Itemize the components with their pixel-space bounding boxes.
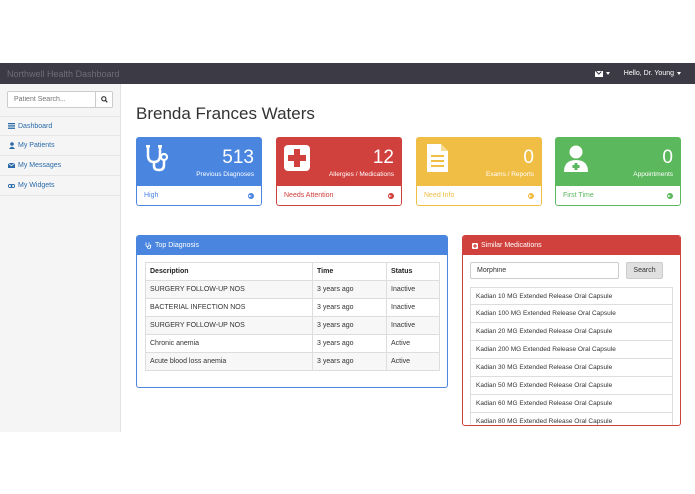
caret-down-icon <box>605 72 610 75</box>
diagnosis-time: 3 years ago <box>312 298 387 317</box>
arrow-right-circle-icon <box>248 192 254 199</box>
table-row[interactable]: Chronic anemia 3 years ago Active <box>145 334 440 353</box>
diagnosis-description: SURGERY FOLLOW-UP NOS <box>145 316 313 335</box>
column-header[interactable]: Time <box>312 262 387 281</box>
diagnosis-time: 3 years ago <box>312 352 387 371</box>
stat-footer-text: High <box>144 192 159 199</box>
list-item[interactable]: Kadian 80 MG Extended Release Oral Capsu… <box>470 413 673 425</box>
patient-search-input[interactable] <box>7 91 96 108</box>
top-diagnosis-panel: Top Diagnosis Description Time Status SU… <box>136 235 448 388</box>
patient-search-button[interactable] <box>96 91 113 108</box>
medication-search-input[interactable] <box>470 262 619 279</box>
user-dropdown[interactable]: Hello, Dr. Young <box>624 70 681 77</box>
plus-square-icon <box>471 242 478 249</box>
stat-footer-text: Need Info <box>424 192 455 199</box>
table-row[interactable]: Acute blood loss anemia 3 years ago Acti… <box>145 352 440 371</box>
arrow-right-circle-icon <box>667 192 673 199</box>
doctor-icon <box>564 145 588 172</box>
list-item[interactable]: Kadian 10 MG Extended Release Oral Capsu… <box>470 287 673 305</box>
main-content: Brenda Frances Waters 513 Previous Diagn… <box>121 84 695 432</box>
column-header[interactable]: Description <box>145 262 313 281</box>
list-item[interactable]: Kadian 60 MG Extended Release Oral Capsu… <box>470 395 673 413</box>
sidebar-item-messages[interactable]: My Messages <box>0 156 120 176</box>
sidebar-item-patients[interactable]: My Patients <box>0 136 120 156</box>
stat-value: 0 <box>523 147 534 168</box>
diagnosis-description: SURGERY FOLLOW-UP NOS <box>145 280 313 299</box>
diagnosis-description: BACTERIAL INFECTION NOS <box>145 298 313 317</box>
sidebar: Dashboard My Patients My Messages My Wid… <box>0 84 121 432</box>
diagnosis-status: Inactive <box>386 316 440 335</box>
list-item[interactable]: Kadian 50 MG Extended Release Oral Capsu… <box>470 377 673 395</box>
diagnosis-description: Chronic anemia <box>145 334 313 353</box>
medication-list[interactable]: Kadian 10 MG Extended Release Oral Capsu… <box>470 287 673 425</box>
stat-label: Previous Diagnoses <box>196 171 254 178</box>
stat-card-exams[interactable]: 0 Exams / Reports Need Info <box>416 137 542 206</box>
caret-down-icon <box>677 72 681 75</box>
stethoscope-icon <box>146 145 169 172</box>
table-header-row: Description Time Status <box>145 262 440 281</box>
diagnosis-status: Active <box>386 334 440 353</box>
user-icon <box>8 142 15 149</box>
sidebar-item-dashboard[interactable]: Dashboard <box>0 116 120 136</box>
diagnosis-time: 3 years ago <box>312 316 387 335</box>
arrow-right-circle-icon <box>388 192 394 199</box>
medical-cross-icon <box>284 145 310 171</box>
search-icon <box>100 96 108 103</box>
sidebar-item-widgets[interactable]: My Widgets <box>0 176 120 196</box>
sidebar-item-label: My Patients <box>18 142 55 149</box>
stat-card-appointments[interactable]: 0 Appointments First Time <box>555 137 681 206</box>
stat-value: 513 <box>222 147 254 168</box>
sidebar-item-label: Dashboard <box>18 122 53 130</box>
sidebar-menu: Dashboard My Patients My Messages My Wid… <box>0 116 120 196</box>
stat-card-allergies[interactable]: 12 Allergies / Medications Needs Attenti… <box>276 137 402 206</box>
stat-label: Allergies / Medications <box>328 171 394 178</box>
list-item[interactable]: Kadian 100 MG Extended Release Oral Caps… <box>470 305 673 323</box>
diagnosis-description: Acute blood loss anemia <box>145 352 313 371</box>
sidebar-item-label: My Messages <box>18 162 62 169</box>
diagnosis-status: Inactive <box>386 298 440 317</box>
sidebar-item-label: My Widgets <box>18 182 55 189</box>
envelope-icon <box>8 162 15 169</box>
diagnosis-time: 3 years ago <box>312 280 387 299</box>
diagnosis-status: Inactive <box>386 280 440 299</box>
stat-card-diagnoses[interactable]: 513 Previous Diagnoses High <box>136 137 262 206</box>
diagnosis-table: Description Time Status SURGERY FOLLOW-U… <box>145 262 440 371</box>
user-greeting: Hello, Dr. Young <box>623 70 674 77</box>
envelope-icon <box>594 70 603 77</box>
stat-footer-text: First Time <box>563 192 594 199</box>
panel-title: Similar Medications <box>481 242 542 249</box>
similar-medications-panel: Similar Medications Search Kadian 10 MG … <box>462 235 681 426</box>
table-row[interactable]: BACTERIAL INFECTION NOS 3 years ago Inac… <box>145 298 440 317</box>
table-row[interactable]: SURGERY FOLLOW-UP NOS 3 years ago Inacti… <box>145 316 440 335</box>
messages-dropdown[interactable] <box>594 70 610 77</box>
list-item[interactable]: Kadian 20 MG Extended Release Oral Capsu… <box>470 323 673 341</box>
panel-title: Top Diagnosis <box>155 242 199 249</box>
stat-footer-text: Needs Attention <box>284 192 334 199</box>
list-item[interactable]: Kadian 200 MG Extended Release Oral Caps… <box>470 341 673 359</box>
arrow-right-circle-icon <box>528 192 534 199</box>
stat-label: Exams / Reports <box>485 171 534 178</box>
stat-value: 12 <box>372 147 394 168</box>
app-window: Northwell Health Dashboard Hello, Dr. Yo… <box>0 63 695 432</box>
list-icon <box>8 123 15 130</box>
page-title: Brenda Frances Waters <box>136 104 315 123</box>
brand-title[interactable]: Northwell Health Dashboard <box>0 69 595 79</box>
stat-value: 0 <box>662 147 673 168</box>
column-header[interactable]: Status <box>386 262 440 281</box>
stat-label: Appointments <box>633 171 673 178</box>
diagnosis-status: Active <box>386 352 440 371</box>
document-icon <box>427 144 448 172</box>
link-icon <box>8 182 15 189</box>
list-item[interactable]: Kadian 30 MG Extended Release Oral Capsu… <box>470 359 673 377</box>
patient-search-group <box>7 91 113 108</box>
diagnosis-time: 3 years ago <box>312 334 387 353</box>
medication-search-button[interactable]: Search <box>626 262 663 279</box>
stethoscope-icon <box>145 242 152 249</box>
top-navbar: Northwell Health Dashboard Hello, Dr. Yo… <box>0 63 695 84</box>
table-row[interactable]: SURGERY FOLLOW-UP NOS 3 years ago Inacti… <box>145 280 440 299</box>
